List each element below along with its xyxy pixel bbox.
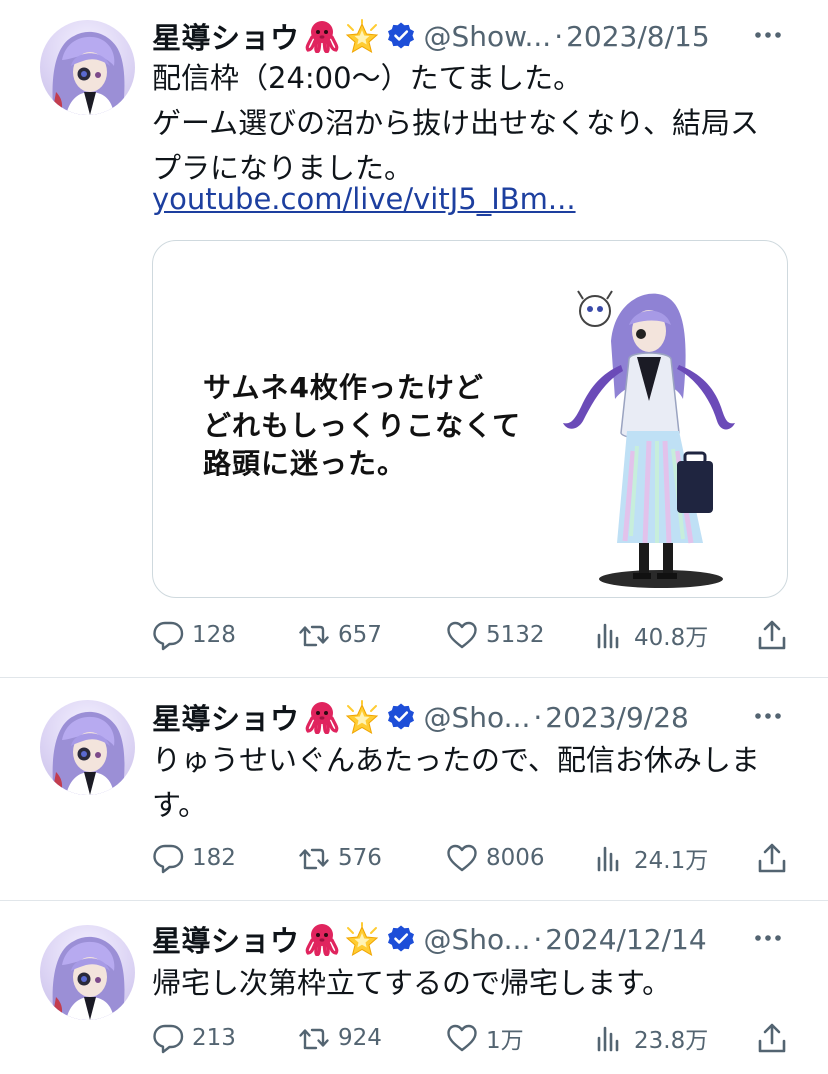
tweet-link[interactable]: youtube.com/live/vitJ5_IBm... (152, 182, 576, 216)
reply-icon (152, 842, 184, 874)
tweet-header: 星導ショウ @Show... · 2023/8/15 (152, 14, 788, 58)
tweet-actions: 182 576 8006 24.1万 (152, 838, 788, 878)
tweet-text: 帰宅し次第枠立てするので帰宅します。 (152, 966, 672, 1000)
share-icon[interactable] (756, 841, 788, 875)
reply-count: 128 (192, 622, 236, 648)
tweet-actions: 128 657 5132 40.8万 (152, 615, 788, 655)
reply-icon (152, 619, 184, 651)
reply-button[interactable]: 182 (152, 838, 236, 878)
avatar-image (40, 700, 135, 795)
timestamp[interactable]: 2023/9/28 (545, 701, 689, 734)
separator-dot: · (533, 922, 543, 956)
retweet-button[interactable]: 576 (298, 838, 382, 878)
more-options-icon[interactable] (748, 701, 788, 731)
like-count: 5132 (486, 622, 545, 648)
retweet-count: 657 (338, 622, 382, 648)
tweet-header: 星導ショウ @Sho... · 2023/9/28 (152, 695, 788, 739)
display-name[interactable]: 星導ショウ (152, 696, 300, 738)
retweet-icon (298, 1022, 330, 1054)
tweet-text: 配信枠（24:00〜）たてました。 ゲーム選びの沼から抜け出せなくなり、結局ス … (152, 61, 759, 185)
display-name[interactable]: 星導ショウ (152, 15, 300, 57)
timestamp[interactable]: 2024/12/14 (545, 923, 706, 956)
tweet[interactable]: 星導ショウ @Show... · 2023/8/15 配信枠（24:00〜）たて… (0, 0, 828, 677)
verified-badge-icon[interactable] (386, 924, 416, 954)
reply-count: 182 (192, 845, 236, 871)
handle[interactable]: @Show... (424, 20, 552, 53)
like-button[interactable]: 1万 (446, 1018, 524, 1058)
views-icon (594, 1022, 626, 1054)
glowing-star-icon (344, 700, 380, 734)
reply-count: 213 (192, 1025, 236, 1051)
handle[interactable]: @Sho... (424, 701, 531, 734)
retweet-button[interactable]: 657 (298, 615, 382, 655)
share-icon[interactable] (756, 618, 788, 652)
like-count: 8006 (486, 845, 545, 871)
tweet-text: りゅうせいぐんあたったので、配信お休みしま す。 (152, 743, 760, 822)
like-icon (446, 619, 478, 651)
avatar[interactable] (40, 925, 135, 1020)
verified-badge-icon[interactable] (386, 21, 416, 51)
reply-button[interactable]: 128 (152, 615, 236, 655)
tweet-actions: 213 924 1万 23.8万 (152, 1018, 788, 1058)
reply-icon (152, 1022, 184, 1054)
views-icon (594, 842, 626, 874)
retweet-count: 576 (338, 845, 382, 871)
views-count: 23.8万 (634, 1028, 709, 1054)
glowing-star-icon (344, 19, 380, 53)
more-options-icon[interactable] (748, 923, 788, 953)
like-icon (446, 842, 478, 874)
views-button[interactable]: 23.8万 (594, 1018, 708, 1058)
views-count: 40.8万 (634, 625, 709, 651)
octopus-icon (304, 922, 340, 956)
retweet-button[interactable]: 924 (298, 1018, 382, 1058)
like-button[interactable]: 8006 (446, 838, 545, 878)
reply-button[interactable]: 213 (152, 1018, 236, 1058)
separator-dot: · (554, 19, 564, 53)
separator-dot: · (533, 700, 543, 734)
avatar-image (40, 925, 135, 1020)
like-icon (446, 1022, 478, 1054)
tweet-header: 星導ショウ @Sho... · 2024/12/14 (152, 917, 788, 961)
like-button[interactable]: 5132 (446, 615, 545, 655)
like-count: 1万 (486, 1028, 524, 1054)
glowing-star-icon (344, 922, 380, 956)
timestamp[interactable]: 2023/8/15 (566, 20, 710, 53)
more-options-icon[interactable] (748, 20, 788, 50)
link-preview-card[interactable]: サムネ4枚作ったけど どれもしっくりこなくて 路頭に迷った。 (152, 240, 788, 598)
avatar-image (40, 20, 135, 115)
card-thumbnail-text: サムネ4枚作ったけど どれもしっくりこなくて 路頭に迷った。 (203, 371, 522, 480)
retweet-icon (298, 842, 330, 874)
tweet[interactable]: 星導ショウ @Sho... · 2023/9/28 りゅうせいぐんあたったので、… (0, 678, 828, 900)
retweet-icon (298, 619, 330, 651)
octopus-icon (304, 19, 340, 53)
views-icon (594, 619, 626, 651)
retweet-count: 924 (338, 1025, 382, 1051)
views-button[interactable]: 24.1万 (594, 838, 708, 878)
display-name[interactable]: 星導ショウ (152, 918, 300, 960)
views-button[interactable]: 40.8万 (594, 615, 708, 655)
handle[interactable]: @Sho... (424, 923, 531, 956)
avatar[interactable] (40, 20, 135, 115)
avatar[interactable] (40, 700, 135, 795)
octopus-icon (304, 700, 340, 734)
tweet[interactable]: 星導ショウ @Sho... · 2024/12/14 帰宅し次第枠立てするので帰… (0, 901, 828, 1074)
share-icon[interactable] (756, 1021, 788, 1055)
views-count: 24.1万 (634, 848, 709, 874)
verified-badge-icon[interactable] (386, 702, 416, 732)
character-illustration (563, 290, 735, 588)
